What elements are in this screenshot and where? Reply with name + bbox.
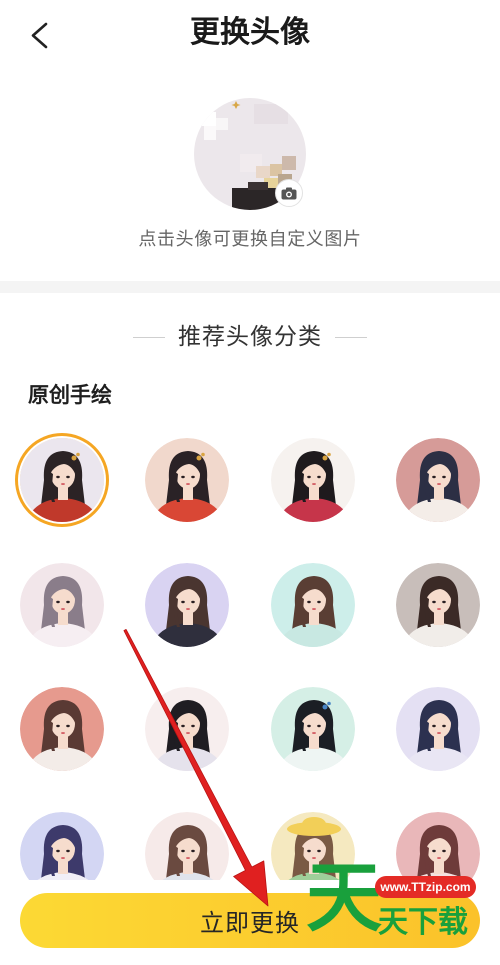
divider-line-left [133,336,165,338]
avatar-option[interactable] [270,562,355,647]
avatar-illustration [145,687,230,771]
avatar-option[interactable] [20,562,104,647]
avatar-option[interactable] [145,687,230,771]
camera-badge[interactable] [275,179,303,207]
avatar-option[interactable] [395,687,480,771]
avatar-option[interactable] [395,562,480,647]
avatar-illustration [395,562,480,647]
avatar-option[interactable] [270,438,355,522]
avatar-option[interactable] [395,438,480,522]
avatar-illustration [145,562,230,647]
avatar-illustration [270,438,355,522]
avatar-option-selected[interactable] [20,438,104,522]
avatar-illustration [20,687,104,771]
avatar-illustration [395,687,480,771]
avatar-illustration [270,562,355,647]
recommend-title: 推荐头像分类 [178,324,322,350]
category-label: 原创手绘 [28,383,112,407]
avatar-hint-text: 点击头像可更换自定义图片 [138,229,362,250]
avatar-illustration [20,562,104,647]
page-title: 更换头像 [190,15,310,50]
avatar-illustration [395,438,480,522]
watermark-brand-text: 天下载 [378,905,468,940]
avatar-illustration [145,438,230,522]
avatar-grid [20,438,480,896]
section-divider [0,281,500,293]
watermark-logo-mark: 天 [306,853,382,942]
header-bar: 更换头像 [0,0,500,70]
divider-line-right [335,336,367,338]
camera-icon [281,187,297,199]
avatar-option[interactable] [270,687,355,771]
avatar-illustration [270,687,355,771]
avatar-option[interactable] [145,562,230,647]
avatar-illustration [20,438,104,522]
watermark-site-badge: www.TTzip.com [375,876,476,898]
recommend-heading: 推荐头像分类 [0,322,500,352]
avatar-option[interactable] [20,687,104,771]
avatar-option[interactable] [145,438,230,522]
